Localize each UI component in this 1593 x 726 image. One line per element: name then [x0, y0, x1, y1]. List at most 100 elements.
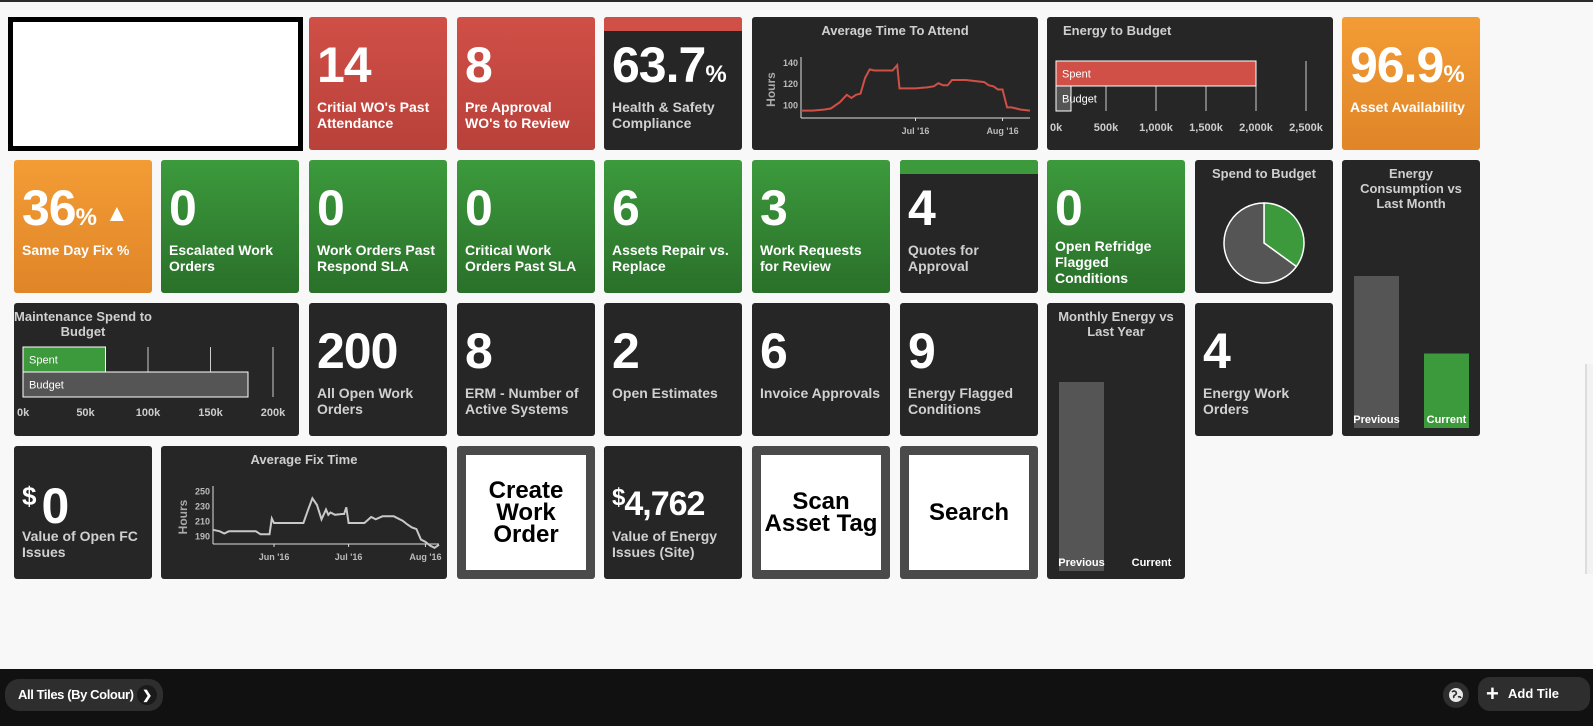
x-tick-label: 100k: [136, 407, 161, 419]
value-unit: %: [75, 204, 97, 231]
line-chart: 100 120 140 Jul '16 Aug '16 Hours: [764, 57, 1031, 136]
tile-energy-flagged[interactable]: 9 Energy Flagged Conditions: [900, 303, 1038, 436]
tile-hs-compliance[interactable]: 63.7% Health & Safety Compliance: [604, 17, 742, 150]
tile-value: $0: [22, 466, 69, 536]
x-tick-label: 200k: [261, 407, 286, 419]
tile-label: Assets Repair vs. Replace: [612, 242, 729, 274]
tile-critical-past-sla[interactable]: 0 Critical Work Orders Past SLA: [457, 160, 595, 293]
value-number: 4,762: [624, 485, 705, 523]
tile-refridge[interactable]: 0 Open Refridge Flagged Conditions: [1047, 160, 1185, 293]
tile-value: 3: [760, 180, 788, 236]
status-bar: [900, 160, 1038, 174]
tile-label: Escalated Work Orders: [169, 242, 274, 274]
tile-all-open-wo[interactable]: 200 All Open Work Orders: [309, 303, 447, 436]
value-number: 0: [41, 478, 69, 534]
tile-value: 8: [465, 37, 493, 93]
tile-value: 4: [908, 180, 936, 236]
chart-monthly-energy-vs-last-year[interactable]: Monthly Energy vs Last Year Previous Curr…: [1047, 303, 1185, 579]
chart-avg-time-attend[interactable]: Average Time To Attend 100 120 140 Jul '16 A…: [752, 17, 1038, 150]
bar-label: Spent: [29, 355, 58, 367]
x-tick-label: 150k: [198, 407, 223, 419]
tile-repair-vs-replace[interactable]: 6 Assets Repair vs. Replace: [604, 160, 742, 293]
action-label: Search: [909, 455, 1029, 570]
globe-button[interactable]: [1443, 682, 1469, 708]
tile-quotes[interactable]: 4 Quotes for Approval: [900, 160, 1038, 293]
chart-avg-fix-time[interactable]: Average Fix Time 190 210 230 250 Jun '16 Jul …: [161, 446, 447, 579]
tile-value: 2: [612, 323, 640, 379]
x-tick-label: Jul '16: [902, 126, 930, 136]
x-tick-label: 2,500k: [1289, 122, 1324, 134]
tile-label: ERM - Number of Active Systems: [465, 385, 579, 417]
tile-value: 8: [465, 323, 493, 379]
tile-asset-availability[interactable]: 96.9% Asset Availability: [1342, 17, 1480, 150]
bar-label: Budget: [1062, 94, 1097, 106]
tile-label: Energy Flagged Conditions: [908, 385, 1014, 417]
scrollbar[interactable]: [1585, 364, 1593, 574]
x-tick-label: Aug '16: [409, 552, 441, 562]
tile-past-respond-sla[interactable]: 0 Work Orders Past Respond SLA: [309, 160, 447, 293]
tile-open-estimates[interactable]: 2 Open Estimates: [604, 303, 742, 436]
bar-label: Previous: [1353, 414, 1399, 426]
add-tile-button[interactable]: + Add Tile: [1478, 677, 1590, 711]
chart-spend-to-budget[interactable]: Spend to Budget: [1195, 160, 1333, 293]
tile-value: 96.9%: [1350, 35, 1465, 105]
tile-value: 0: [317, 180, 345, 236]
tile-label: Energy Work Orders: [1203, 385, 1290, 417]
tile-erm[interactable]: 8 ERM - Number of Active Systems: [457, 303, 595, 436]
chart-maintenance-spend[interactable]: Maintenance Spend to Budget 0k 50k 100k 150…: [14, 303, 299, 436]
value-number: 63.7: [612, 37, 706, 93]
tile-label: Value of Energy Issues (Site): [612, 528, 718, 560]
tile-value: 63.7%: [612, 35, 727, 105]
x-tick-label: 50k: [76, 407, 95, 419]
tile-energy-wo[interactable]: 4 Energy Work Orders: [1195, 303, 1333, 436]
tile-invoice-approvals[interactable]: 6 Invoice Approvals: [752, 303, 890, 436]
tile-label: Quotes for Approval: [908, 242, 979, 274]
tile-pre-approval[interactable]: 8 Pre Approval WO's to Review: [457, 17, 595, 150]
tile-value: 6: [760, 323, 788, 379]
blank-tile[interactable]: [8, 17, 303, 151]
chevron-down-icon: ❯: [137, 685, 157, 705]
tile-label: Pre Approval WO's to Review: [465, 99, 570, 131]
x-tick-label: Jul '16: [335, 552, 363, 562]
bar-label: Previous: [1058, 557, 1104, 569]
currency-symbol: $: [22, 481, 37, 511]
tile-energy-issues[interactable]: $4,762 Value of Energy Issues (Site): [604, 446, 742, 579]
add-tile-label: Add Tile: [1508, 686, 1560, 701]
x-tick-label: 500k: [1094, 122, 1119, 134]
series-line: [801, 62, 1031, 112]
tile-filter-dropdown[interactable]: All Tiles (By Colour) ❯: [5, 679, 163, 711]
tile-same-day-fix[interactable]: 36% ▲ Same Day Fix %: [14, 160, 152, 293]
tile-escalated[interactable]: 0 Escalated Work Orders: [161, 160, 299, 293]
bar-chart: Previous Current: [1058, 382, 1172, 571]
tile-value: 200: [317, 323, 398, 379]
tile-value: 4: [1203, 323, 1231, 379]
tile-critical-wo-past-attendance[interactable]: 14 Critial WO's Past Attendance: [309, 17, 447, 150]
chart-energy-to-budget[interactable]: Energy to Budget 0k 500k 1,000k 1,500k 2,000…: [1047, 17, 1333, 150]
tile-value: $4,762: [612, 468, 705, 534]
y-tick-label: 100: [783, 100, 798, 110]
x-tick-label: Aug '16: [986, 126, 1018, 136]
bottom-toolbar: All Tiles (By Colour) ❯ + Add Tile: [0, 669, 1593, 726]
chart-energy-vs-last-month[interactable]: Energy Consumption vs Last Month Previou…: [1342, 160, 1480, 436]
tile-label: Critical Work Orders Past SLA: [465, 242, 577, 274]
tile-work-requests[interactable]: 3 Work Requests for Review: [752, 160, 890, 293]
create-work-order-button[interactable]: Create Work Order: [457, 446, 595, 579]
bar-chart: 0k 500k 1,000k 1,500k 2,000k 2,500k Spent Budge…: [1050, 60, 1324, 134]
plus-icon: +: [1486, 681, 1499, 706]
pie-chart: [1223, 202, 1305, 284]
action-label: Create Work Order: [466, 455, 586, 570]
value-unit: %: [1443, 61, 1465, 88]
scan-asset-tag-button[interactable]: Scan Asset Tag: [752, 446, 890, 579]
tile-value: 6: [612, 180, 640, 236]
x-tick-label: 2,000k: [1239, 122, 1274, 134]
y-axis-label: Hours: [176, 499, 190, 534]
tile-value: 0: [465, 180, 493, 236]
tile-open-fc[interactable]: $0 Value of Open FC Issues: [14, 446, 152, 579]
search-button[interactable]: Search: [900, 446, 1038, 579]
tile-value: 14: [317, 37, 372, 93]
filter-label: All Tiles (By Colour): [18, 687, 134, 702]
tile-label: Open Estimates: [612, 385, 718, 401]
tile-label: Open Refridge Flagged Conditions: [1055, 238, 1152, 286]
status-bar: [604, 17, 742, 31]
tile-value: 36% ▲: [22, 178, 129, 248]
